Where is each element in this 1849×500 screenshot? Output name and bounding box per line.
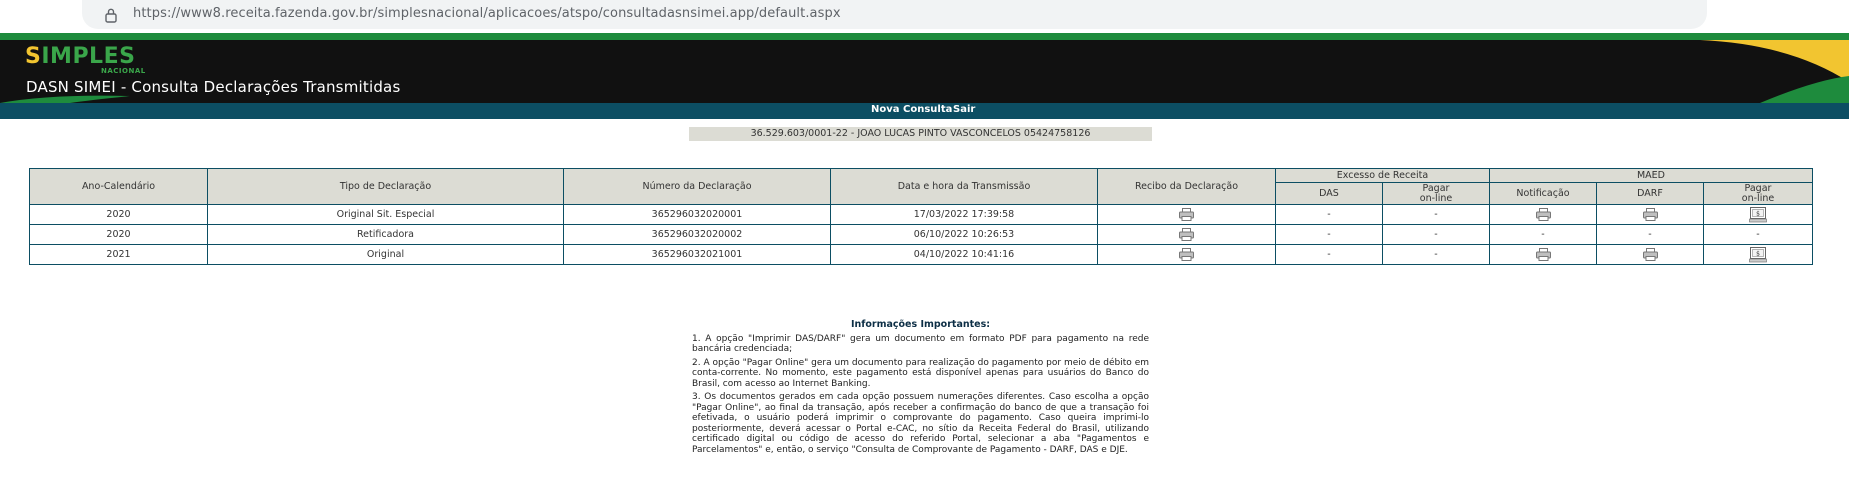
cell-excess-das: - [1275,204,1383,225]
table-row: 2020 Original Sit. Especial 365296032020… [29,204,1813,225]
printer-icon[interactable] [1642,208,1658,221]
header-excess: Excesso de Receita [1275,168,1490,183]
cell-maed-notification [1489,244,1597,265]
cell-receipt [1097,204,1276,225]
cell-maed-notification [1489,204,1597,225]
cell-type: Original [207,244,564,265]
table-row: 2020 Retificadora 365296032020002 06/10/… [29,224,1813,245]
header-maed-notification: Notificação [1489,182,1597,205]
cell-excess-pay: - [1382,224,1490,245]
cell-excess-das: - [1275,224,1383,245]
declarations-table-wrap: Ano-Calendário Tipo de Declaração Número… [29,168,1813,265]
cell-excess-pay: - [1382,244,1490,265]
cell-year: 2020 [29,204,208,225]
header-excess-pay: Pagar on-line [1382,182,1490,205]
header-number: Número da Declaração [563,168,831,205]
cell-excess-pay: - [1382,204,1490,225]
info-item: 3. Os documentos gerados em cada opção p… [692,392,1149,455]
printer-icon[interactable] [1642,248,1658,261]
cell-maed-notification: - [1489,224,1597,245]
declarations-table: Ano-Calendário Tipo de Declaração Número… [29,168,1813,265]
pay-online-icon[interactable]: $ [1749,206,1767,223]
cell-maed-pay: $ [1703,244,1813,265]
cell-maed-darf [1596,204,1704,225]
header-year: Ano-Calendário [29,168,208,205]
page-title: DASN SIMEI - Consulta Declarações Transm… [26,78,401,96]
svg-text:$: $ [1756,250,1760,257]
cell-maed-darf [1596,244,1704,265]
printer-icon[interactable] [1179,208,1194,221]
cell-receipt [1097,224,1276,245]
cell-number: 365296032020002 [563,224,831,245]
cell-year: 2021 [29,244,208,265]
pay-online-icon[interactable]: $ [1749,246,1767,263]
important-info: Informações Importantes: 1. A opção "Imp… [692,319,1149,458]
taxpayer-identity: 36.529.603/0001-22 - JOAO LUCAS PINTO VA… [689,127,1152,141]
cell-number: 365296032021001 [563,244,831,265]
printer-icon[interactable] [1179,248,1194,261]
cell-type: Retificadora [207,224,564,245]
cell-maed-darf: - [1596,224,1704,245]
header-type: Tipo de Declaração [207,168,564,205]
table-row: 2021 Original 365296032021001 04/10/2022… [29,244,1813,265]
exit-link[interactable]: Sair [953,104,975,115]
cell-type: Original Sit. Especial [207,204,564,225]
info-item: 1. A opção "Imprimir DAS/DARF" gera um d… [692,333,1149,355]
lock-icon[interactable] [104,7,118,23]
cell-maed-pay: $ [1703,204,1813,225]
cell-number: 365296032020001 [563,204,831,225]
printer-icon[interactable] [1535,248,1551,261]
cell-datetime: 17/03/2022 17:39:58 [830,204,1098,225]
browser-toolbar: https://www8.receita.fazenda.gov.br/simp… [0,0,1849,33]
header-receipt: Recibo da Declaração [1097,168,1276,205]
site-header: SIMPLES NACIONAL DASN SIMEI - Consulta D… [0,40,1849,103]
header-maed: MAED [1489,168,1813,183]
cell-maed-pay: - [1703,224,1813,245]
cell-year: 2020 [29,224,208,245]
header-datetime: Data e hora da Transmissão [830,168,1098,205]
printer-icon[interactable] [1535,208,1551,221]
new-query-link[interactable]: Nova Consulta [871,104,952,115]
svg-text:$: $ [1756,210,1760,217]
nav-bar: Nova Consulta Sair [0,103,1849,119]
address-url[interactable]: https://www8.receita.fazenda.gov.br/simp… [133,6,841,21]
info-item: 2. A opção "Pagar Online" gera um docume… [692,357,1149,389]
cell-excess-das: - [1275,244,1383,265]
printer-icon[interactable] [1179,228,1194,241]
header-maed-pay: Pagar on-line [1703,182,1813,205]
info-title: Informações Importantes: [850,319,991,330]
green-stripe [0,33,1849,40]
cell-datetime: 06/10/2022 10:26:53 [830,224,1098,245]
header-excess-das: DAS [1275,182,1383,205]
cell-receipt [1097,244,1276,265]
cell-datetime: 04/10/2022 10:41:16 [830,244,1098,265]
header-maed-darf: DARF [1596,182,1704,205]
